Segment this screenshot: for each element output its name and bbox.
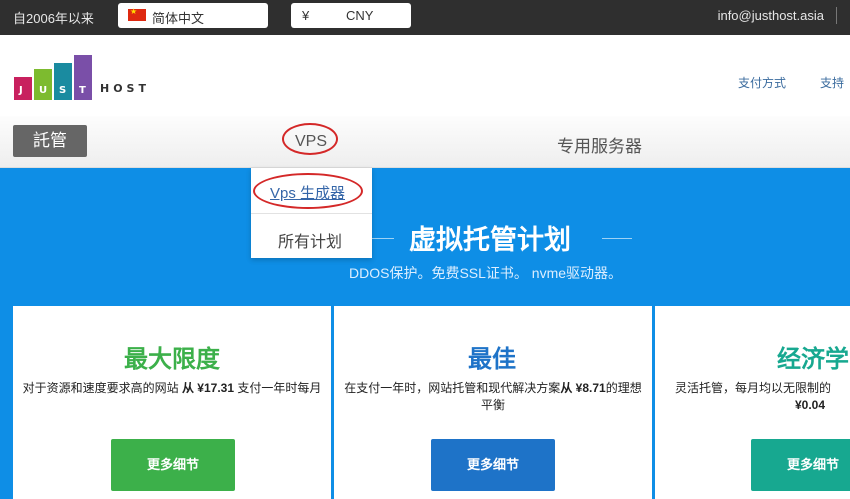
plan-desc-maximum: 对于资源和速度要求高的网站 从 ¥17.31 支付一年时每月: [18, 380, 326, 397]
plan-details-button-optimal[interactable]: 更多细节: [431, 439, 555, 491]
currency-symbol: ¥: [302, 8, 310, 23]
currency-select[interactable]: ¥ CNY: [291, 3, 411, 28]
plan-title-optimal: 最佳: [468, 346, 516, 373]
nav-dedicated-servers-tab[interactable]: 专用服务器: [557, 132, 642, 157]
language-label: 简体中文: [152, 11, 205, 26]
top-divider: [836, 7, 837, 24]
logo-letter-s: S: [59, 85, 67, 96]
hero-title-line-left: [372, 238, 394, 239]
all-plans-link[interactable]: 所有计划: [278, 228, 342, 252]
nav-vps-tab[interactable]: VPS: [295, 133, 327, 151]
dropdown-divider: [251, 213, 372, 214]
hero-title: 虚拟托管计划: [409, 225, 571, 255]
plan-desc-optimal: 在支付一年时，网站托管和现代解决方案从 ¥8.71的理想平衡: [340, 380, 646, 414]
plan-price: 从 ¥17.31: [181, 381, 235, 395]
logo-letter-t: T: [79, 85, 86, 96]
payment-methods-link[interactable]: 支付方式: [738, 74, 786, 91]
plan-title-maximum: 最大限度: [124, 346, 220, 373]
plan-price: ¥0.04: [795, 398, 826, 412]
support-link[interactable]: 支持: [820, 74, 844, 91]
plan-desc-text: 在支付一年时，网站托管和现代解决方案: [344, 381, 561, 395]
plan-details-button-maximum[interactable]: 更多细节: [111, 439, 235, 491]
logo-host-text: HOST: [100, 82, 150, 95]
logo-letter-u: U: [39, 85, 48, 96]
plan-price: 从 ¥8.71: [560, 381, 606, 395]
plan-desc-text: 灵活托管，每月均以无限制的: [675, 381, 832, 395]
currency-label: CNY: [346, 8, 374, 23]
since-text: 自2006年以来: [13, 11, 94, 26]
plan-title-economy: 经济学: [777, 346, 849, 373]
plan-desc-economy: 灵活托管，每月均以无限制的 ¥0.04: [675, 380, 850, 416]
nav-hosting-tab[interactable]: 託管: [13, 125, 87, 157]
email-link[interactable]: info@justhost.asia: [718, 8, 824, 23]
logo-letter-j: J: [19, 85, 23, 96]
hero-title-line-right: [602, 238, 632, 239]
plan-details-button-economy[interactable]: 更多细节: [751, 439, 850, 491]
china-flag-icon: [128, 6, 146, 21]
hero-subtitle: DDOS保护。免费SSL证书。 nvme驱动器。: [349, 265, 623, 281]
language-select[interactable]: 简体中文: [118, 3, 268, 28]
logo-bar-j: [14, 77, 32, 100]
vps-builder-link[interactable]: Vps 生成器: [270, 182, 345, 203]
plan-desc-text: 支付一年时每月: [237, 381, 322, 395]
plan-desc-text: 对于资源和速度要求高的网站: [22, 381, 179, 395]
main-nav: [0, 116, 850, 168]
